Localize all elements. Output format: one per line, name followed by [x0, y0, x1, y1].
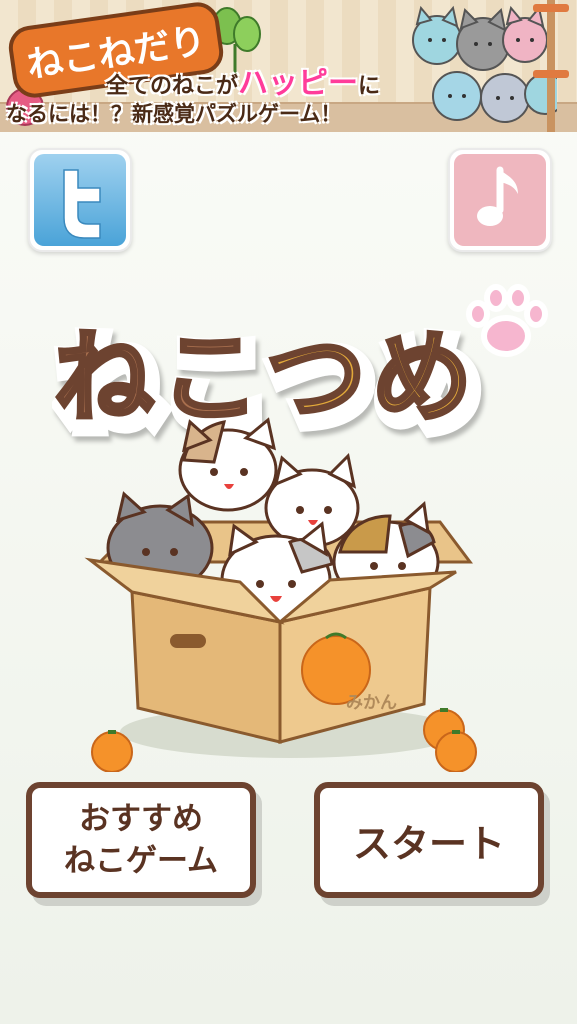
game-title-logo: ねこつめ ねこつめ — [40, 278, 550, 455]
start-label: スタート — [352, 821, 505, 866]
recommended-games-label-line2: ねこゲーム — [63, 843, 219, 879]
recommended-games-label: おすすめ ねこゲーム — [64, 798, 218, 882]
music-toggle-button[interactable] — [448, 148, 552, 252]
music-note-glyph — [477, 166, 518, 226]
recommended-games-button[interactable]: おすすめ ねこゲーム — [26, 782, 256, 898]
twitter-icon — [34, 154, 126, 246]
start-button[interactable]: スタート — [314, 782, 544, 898]
banner-tagline-1-pre: 全てのねこが — [106, 74, 239, 99]
banner-tagline-1-post: に — [358, 74, 381, 99]
twitter-button[interactable] — [28, 148, 132, 252]
banner-tagline-1: 全てのねこがハッピーに — [106, 58, 380, 102]
cats-in-box-illustration — [84, 417, 477, 772]
box-label: みかん — [346, 693, 397, 713]
cat-tower-decoration — [533, 0, 569, 132]
twitter-t-glyph — [63, 169, 101, 239]
recommended-games-label-line1: おすすめ — [78, 801, 203, 837]
ad-banner[interactable]: ねこねだり 全てのねこがハッピーに なるには！？新感覚パズルゲーム！ — [0, 0, 577, 132]
banner-tagline-highlight: ハッピー — [238, 66, 359, 101]
paw-icon — [466, 284, 548, 357]
music-note-icon — [454, 154, 546, 246]
banner-tagline-2: なるには！？新感覚パズルゲーム！ — [6, 102, 342, 126]
